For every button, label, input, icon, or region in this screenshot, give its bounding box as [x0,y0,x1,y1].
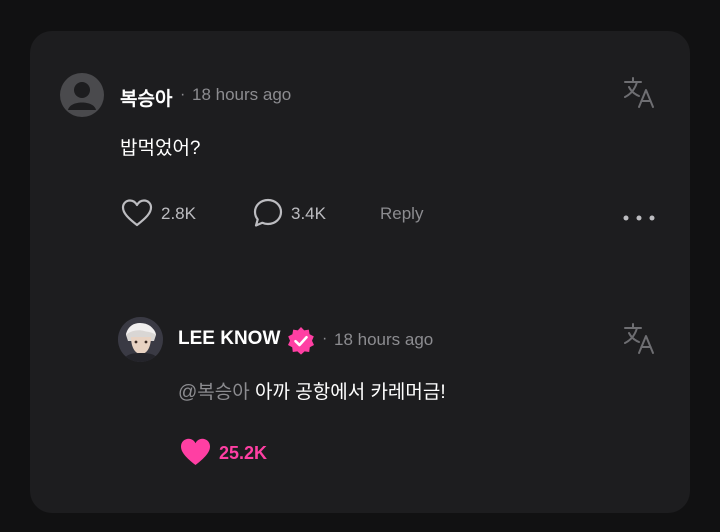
separator-dot: · [322,330,328,347]
reply-timestamp: 18 hours ago [334,330,434,349]
heart-outline-icon[interactable] [121,198,153,233]
more-options-icon[interactable] [622,209,656,227]
reply-username[interactable]: LEE KNOW [178,328,280,350]
speech-bubble-icon[interactable] [252,197,284,234]
reply-like-count: 25.2K [219,443,268,463]
comment-text: 밥먹었어? [120,138,201,159]
mention-link[interactable]: @복승아 [178,382,250,403]
comment-timestamp: 18 hours ago [192,85,292,104]
comment-username[interactable]: 복승아 [120,84,172,111]
translate-icon[interactable] [622,75,656,114]
profile-photo-icon [118,317,163,362]
comment-reply-count: 3.4K [291,204,326,223]
translate-icon[interactable] [622,321,656,360]
default-avatar-icon [68,82,96,110]
reply-user-avatar[interactable] [118,317,163,362]
user-avatar[interactable] [60,73,104,117]
reply-button[interactable]: Reply [380,204,423,224]
separator-dot: · [180,86,186,103]
comment-card: 복승아 · 18 hours ago 밥먹었어? 2.8K 3.4K Reply [30,31,690,513]
reply-message: 아까 공항에서 카레머금! [249,382,446,403]
verified-badge-icon [285,325,317,362]
comment-like-count: 2.8K [161,204,196,223]
reply-text: @복승아 아까 공항에서 카레머금! [178,377,446,404]
heart-filled-icon[interactable] [179,437,212,472]
